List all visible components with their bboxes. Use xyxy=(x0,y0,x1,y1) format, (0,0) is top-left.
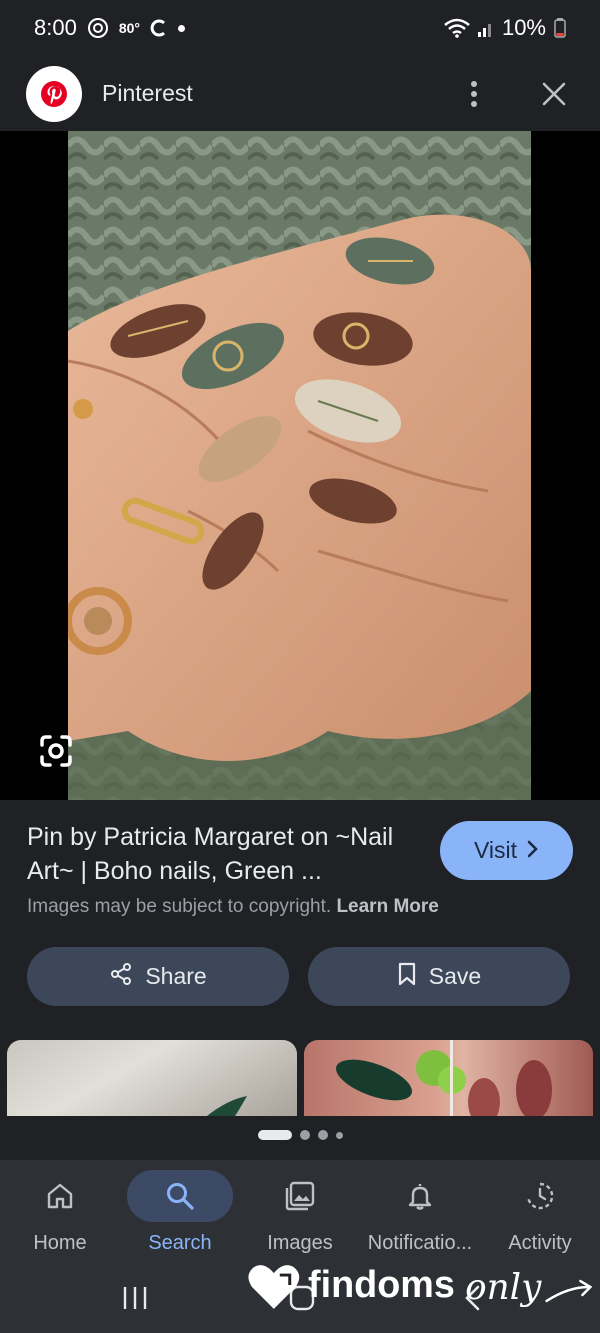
battery-icon xyxy=(554,18,566,38)
images-icon xyxy=(247,1170,353,1222)
share-label: Share xyxy=(145,963,207,989)
visit-label: Visit xyxy=(473,837,518,863)
share-button[interactable]: Share xyxy=(27,947,289,1006)
pin-info: Pin by Patricia Margaret on ~Nail Art~ |… xyxy=(0,800,600,1160)
home-icon xyxy=(7,1170,113,1222)
c-app-icon xyxy=(150,19,168,37)
chevron-right-icon xyxy=(527,837,539,864)
close-icon[interactable] xyxy=(534,74,574,114)
pin-image[interactable] xyxy=(68,131,531,800)
heart-logo-icon xyxy=(248,1265,300,1309)
nav-item-images[interactable]: Images xyxy=(240,1170,360,1260)
svg-text:findoms: findoms xyxy=(308,1264,455,1306)
status-time: 8:00 xyxy=(34,15,77,40)
app-bar: Pinterest xyxy=(0,56,600,131)
recents-icon[interactable] xyxy=(115,1278,155,1318)
pin-title[interactable]: Pin by Patricia Margaret on ~Nail Art~ |… xyxy=(27,820,427,888)
app-actions xyxy=(454,74,574,114)
copyright-text: Images may be subject to copyright. xyxy=(27,896,332,917)
bottom-navigation: Home Search Images Notificatio... Activi… xyxy=(0,1160,600,1260)
nav-item-home[interactable]: Home xyxy=(0,1170,120,1260)
learn-more-link[interactable]: Learn More xyxy=(336,896,438,917)
nav-item-notifications[interactable]: Notificatio... xyxy=(360,1170,480,1260)
page-dot xyxy=(299,1130,310,1140)
status-bar: 8:00 80° 10% xyxy=(0,0,600,56)
status-temperature: 80° xyxy=(118,20,140,36)
nav-label-home: Home xyxy=(33,1232,87,1254)
page-dot xyxy=(317,1130,328,1140)
page-dot-active xyxy=(257,1130,292,1140)
signal-icon xyxy=(477,19,494,37)
status-right: 10% xyxy=(444,15,566,41)
page-indicator xyxy=(0,1130,600,1140)
pinterest-logo-icon xyxy=(26,65,82,122)
more-vert-icon[interactable] xyxy=(454,74,494,114)
android-auto-icon xyxy=(87,17,109,39)
bell-icon xyxy=(367,1170,473,1222)
findoms-only-wordmark: findoms only xyxy=(308,1264,593,1308)
wifi-icon xyxy=(444,18,470,38)
app-title: Pinterest xyxy=(102,80,193,106)
google-lens-icon[interactable] xyxy=(30,725,82,777)
share-icon xyxy=(109,962,133,992)
image-viewer xyxy=(0,131,600,800)
status-battery-text: 10% xyxy=(501,15,546,40)
page-dot xyxy=(335,1131,343,1139)
notification-dot xyxy=(178,24,185,32)
visit-button[interactable]: Visit xyxy=(440,821,573,880)
bookmark-icon xyxy=(397,962,417,992)
findoms-only-watermark-logo: findoms only xyxy=(246,1252,596,1322)
nav-item-search[interactable]: Search xyxy=(120,1170,240,1260)
related-images xyxy=(0,1040,600,1116)
save-label: Save xyxy=(428,963,482,989)
nav-item-activity[interactable]: Activity xyxy=(480,1170,600,1260)
status-left: 8:00 80° xyxy=(34,15,185,41)
search-icon xyxy=(127,1170,233,1222)
copyright-notice: Images may be subject to copyright. Lear… xyxy=(27,896,439,918)
nav-label-search: Search xyxy=(148,1232,212,1254)
activity-icon xyxy=(487,1170,593,1222)
save-button[interactable]: Save xyxy=(308,947,570,1006)
svg-text:only: only xyxy=(465,1267,542,1308)
related-image-thumbnail[interactable] xyxy=(304,1040,593,1116)
related-image-thumbnail[interactable] xyxy=(7,1040,297,1116)
